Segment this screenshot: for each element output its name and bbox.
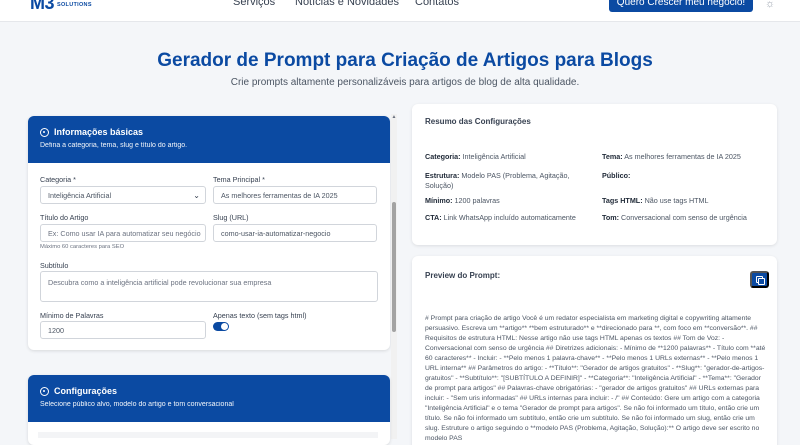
summary-key: Categoria: bbox=[425, 152, 461, 161]
copy-icon bbox=[755, 275, 765, 285]
sun-icon[interactable]: ☼ bbox=[764, 0, 776, 10]
logo-subtext: SOLUTIONS bbox=[57, 2, 92, 8]
target-icon bbox=[40, 386, 49, 396]
nav-link-services[interactable]: Serviços bbox=[233, 0, 275, 9]
summary-key: CTA: bbox=[425, 213, 442, 222]
summary-key: Tema: bbox=[602, 152, 623, 161]
summary-audience: Público: bbox=[602, 171, 772, 181]
text-only-label: Apenas texto (sem tags html) bbox=[213, 311, 307, 320]
text-only-toggle[interactable] bbox=[213, 322, 229, 331]
summary-key: Público: bbox=[602, 171, 631, 180]
summary-value: Link WhatsApp incluído automaticamente bbox=[443, 213, 576, 222]
settings-header: Configurações Selecione público alvo, mo… bbox=[28, 375, 390, 422]
slug-label: Slug (URL) bbox=[213, 213, 249, 222]
target-icon bbox=[40, 127, 49, 137]
basic-info-card: Informações básicas Defina a categoria, … bbox=[28, 116, 390, 350]
basic-info-title: Informações básicas bbox=[54, 127, 144, 137]
summary-key: Estrutura: bbox=[425, 171, 460, 180]
summary-min-words: Mínimo: 1200 palavras bbox=[425, 196, 595, 206]
min-words-input[interactable]: 1200 bbox=[40, 321, 206, 339]
nav-link-news[interactable]: Notícias e Novidades bbox=[295, 0, 399, 9]
settings-content-placeholder bbox=[38, 432, 378, 438]
summary-value: As melhores ferramentas de IA 2025 bbox=[624, 152, 741, 161]
chevron-down-icon: ⌄ bbox=[193, 191, 200, 200]
summary-key: Tags HTML: bbox=[602, 196, 643, 205]
min-words-label: Mínimo de Palavras bbox=[40, 311, 104, 320]
article-title-label: Título do Artigo bbox=[40, 213, 89, 222]
category-label: Categoria * bbox=[40, 175, 76, 184]
subtitle-textarea[interactable]: Descubra como a inteligência artificial … bbox=[40, 271, 378, 302]
page-subtitle: Crie prompts altamente personalizáveis p… bbox=[230, 77, 580, 88]
brand-logo[interactable]: M3 SOLUTIONS bbox=[30, 0, 92, 12]
prompt-preview-text[interactable]: # Prompt para criação de artigo Você é u… bbox=[425, 314, 770, 444]
grow-business-button[interactable]: Quero Crescer meu negócio! bbox=[609, 0, 753, 12]
scroll-thumb[interactable] bbox=[392, 202, 396, 332]
config-summary-card: Resumo das Configurações Categoria: Inte… bbox=[412, 104, 777, 245]
settings-card: Configurações Selecione público alvo, mo… bbox=[28, 375, 390, 445]
summary-category: Categoria: Inteligência Artificial bbox=[425, 152, 595, 162]
summary-cta: CTA: Link WhatsApp incluído automaticame… bbox=[425, 213, 600, 223]
summary-tone: Tom: Conversacional com senso de urgênci… bbox=[602, 213, 772, 223]
subtitle-label: Subtítulo bbox=[40, 261, 69, 270]
summary-value: Não use tags HTML bbox=[644, 196, 709, 205]
summary-value: 1200 palavras bbox=[454, 196, 500, 205]
summary-theme: Tema: As melhores ferramentas de IA 2025 bbox=[602, 152, 772, 162]
scroll-up-arrow[interactable]: ▲ bbox=[391, 114, 397, 120]
logo-mark: M3 bbox=[30, 0, 55, 13]
summary-key: Mínimo: bbox=[425, 196, 453, 205]
article-title-input[interactable]: Ex: Como usar IA para automatizar seu ne… bbox=[40, 224, 206, 242]
summary-html-tags: Tags HTML: Não use tags HTML bbox=[602, 196, 772, 206]
summary-title: Resumo das Configurações bbox=[425, 117, 531, 126]
theme-label: Tema Principal * bbox=[213, 175, 265, 184]
copy-prompt-button[interactable] bbox=[750, 271, 769, 288]
category-select[interactable]: Inteligência Artificial ⌄ bbox=[40, 186, 206, 204]
basic-info-header: Informações básicas Defina a categoria, … bbox=[28, 116, 390, 163]
summary-structure: Estrutura: Modelo PAS (Problema, Agitaçã… bbox=[425, 171, 595, 191]
summary-value: Inteligência Artificial bbox=[462, 152, 526, 161]
page-title: Gerador de Prompt para Criação de Artigo… bbox=[157, 50, 653, 71]
summary-key: Tom: bbox=[602, 213, 620, 222]
basic-info-description: Defina a categoria, tema, slug e título … bbox=[40, 142, 188, 149]
category-value: Inteligência Artificial bbox=[48, 190, 112, 200]
theme-input[interactable]: As melhores ferramentas de IA 2025 bbox=[213, 186, 377, 204]
prompt-preview-card: Preview do Prompt: # Prompt para criação… bbox=[412, 256, 777, 445]
settings-description: Selecione público alvo, modelo do artigo… bbox=[40, 401, 234, 408]
preview-title: Preview do Prompt: bbox=[425, 271, 501, 280]
article-title-hint: Máximo 60 caracteres para SEO bbox=[40, 244, 125, 250]
top-navbar: M3 SOLUTIONS Serviços Notícias e Novidad… bbox=[0, 0, 800, 22]
settings-title: Configurações bbox=[54, 386, 118, 396]
slug-input[interactable]: como-usar-ia-automatizar-negocio bbox=[213, 224, 377, 242]
left-scrollbar[interactable]: ▲ bbox=[391, 114, 397, 439]
summary-value: Conversacional com senso de urgência bbox=[621, 213, 747, 222]
nav-link-contacts[interactable]: Contatos bbox=[415, 0, 459, 9]
